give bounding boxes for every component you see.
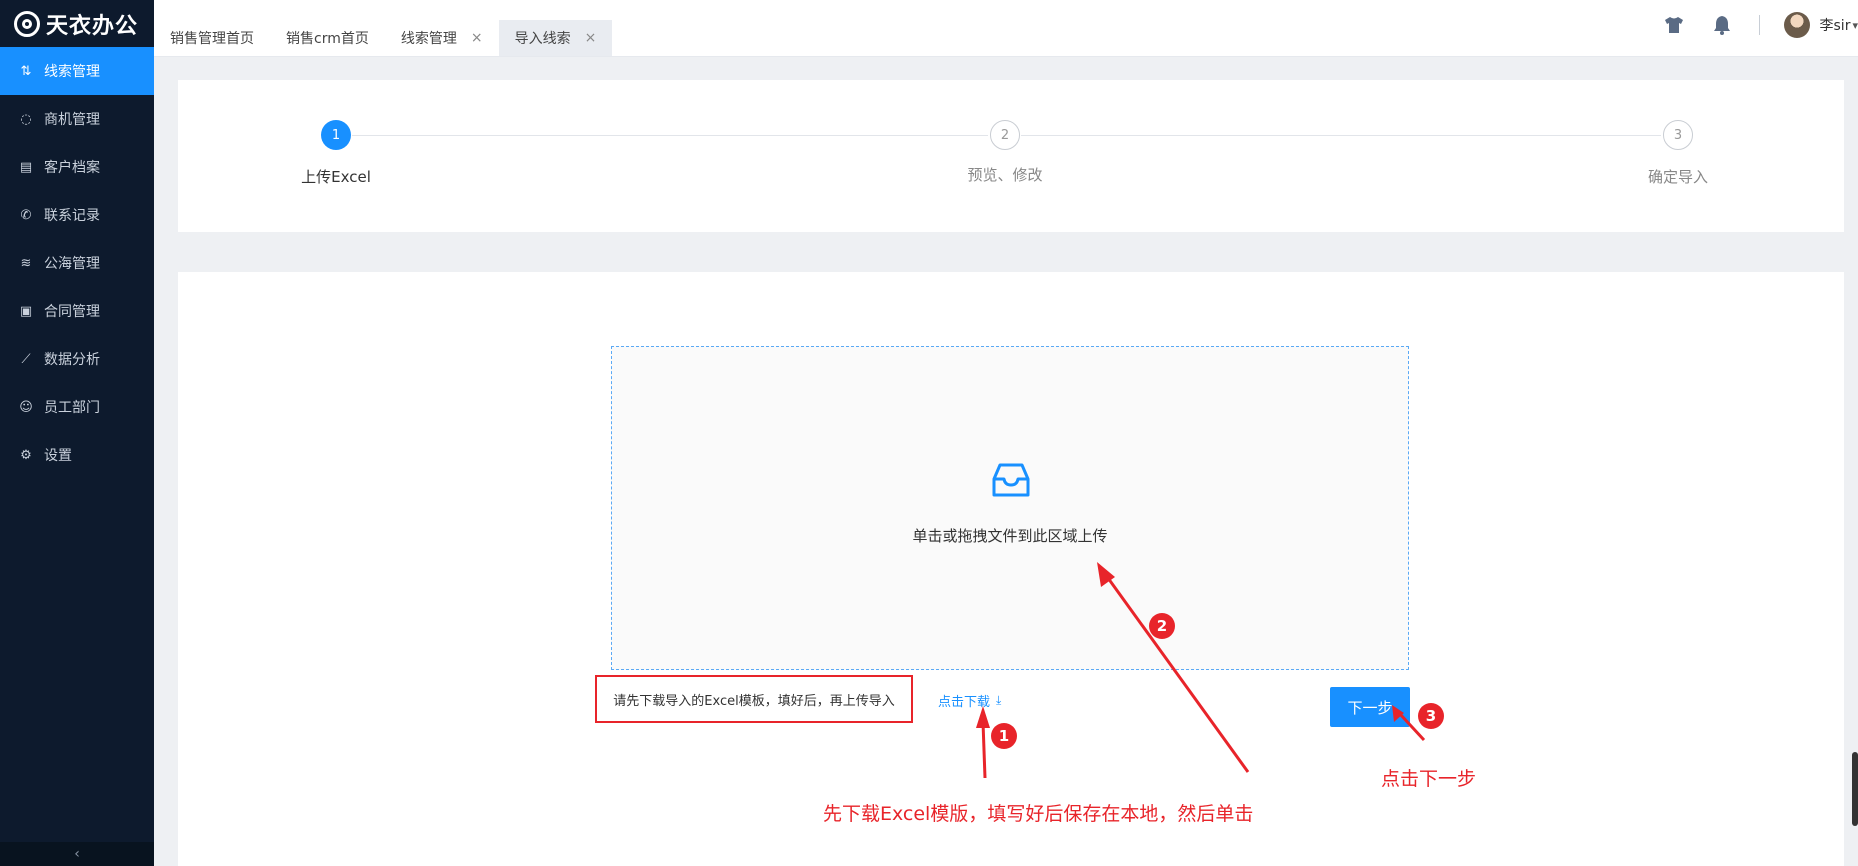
upload-card: 单击或拖拽文件到此区域上传 请先下载导入的Excel模板，填好后，再上传导入 点…	[178, 272, 1844, 866]
contract-icon: ▣	[19, 303, 33, 319]
sidebar-item-2[interactable]: ◌ 商机管理	[0, 95, 154, 143]
brand-logo[interactable]: 天衣办公	[0, 0, 154, 47]
people-icon: ☺	[19, 399, 33, 415]
step-connector	[352, 135, 988, 136]
sidebar-item-9[interactable]: ⚙ 设置	[0, 431, 154, 479]
header-divider	[1758, 15, 1760, 35]
page-scrollbar[interactable]	[1852, 752, 1858, 826]
chevron-down-icon[interactable]: ▾	[1852, 19, 1858, 32]
annotation-note-next: 点击下一步	[1381, 768, 1477, 790]
step-connector	[1021, 135, 1661, 136]
sidebar-item-label: 商机管理	[44, 112, 100, 128]
sidebar-item-label: 客户档案	[44, 160, 100, 176]
sidebar-item-6[interactable]: ▣ 合同管理	[0, 287, 154, 335]
sidebar-item-label: 线索管理	[44, 64, 100, 80]
import-steps: 1 上传Excel 2 预览、修改 3 确定导入	[178, 80, 1844, 232]
sidebar-item-label: 数据分析	[44, 352, 100, 368]
brand-mark-icon	[14, 10, 40, 37]
sidebar-item-3[interactable]: ▤ 客户档案	[0, 143, 154, 191]
tab-label: 销售crm首页	[286, 31, 369, 47]
tab-label: 销售管理首页	[170, 31, 254, 47]
annotation-badge-3: 3	[1418, 703, 1444, 729]
sidebar-item-label: 员工部门	[44, 400, 100, 416]
sidebar-item-label: 合同管理	[44, 304, 100, 320]
step-3-circle: 3	[1663, 120, 1693, 150]
tab-1[interactable]: 销售管理首页	[154, 20, 270, 56]
avatar[interactable]	[1783, 12, 1810, 38]
sidebar-menu: ⇅ 线索管理 ◌ 商机管理 ▤ 客户档案 ✆ 联系记录 ≋ 公海管理 ▣ 合同管理 ⟋ 数据分析 ☺ 员工部门…	[0, 47, 154, 479]
document-icon: ▤	[19, 159, 33, 175]
template-hint: 请先下载导入的Excel模板，填好后，再上传导入	[595, 675, 913, 723]
gear-icon: ⚙	[20, 447, 32, 463]
step-2-circle: 2	[990, 120, 1020, 150]
download-template-link[interactable]: 点击下载 ⤓	[938, 691, 1001, 710]
shirt-icon[interactable]	[1663, 14, 1685, 36]
collapse-arrow-icon: ‹	[74, 846, 80, 862]
brand-name: 天衣办公	[46, 13, 139, 39]
sidebar-item-8[interactable]: ☺ 员工部门	[0, 383, 154, 431]
filter-icon: ⇅	[20, 63, 32, 79]
tab-4[interactable]: 导入线索 ×	[498, 20, 613, 56]
phone-icon: ✆	[20, 207, 32, 223]
step-3-label: 确定导入	[1647, 168, 1708, 186]
chart-icon: ⟋	[21, 351, 31, 367]
sidebar-item-label: 公海管理	[44, 256, 100, 272]
bell-icon[interactable]	[1711, 14, 1733, 36]
user-name[interactable]: 李sir	[1820, 15, 1851, 35]
sidebar-item-7[interactable]: ⟋ 数据分析	[0, 335, 154, 383]
sidebar-item-5[interactable]: ≋ 公海管理	[0, 239, 154, 287]
upload-dropzone[interactable]: 单击或拖拽文件到此区域上传	[611, 346, 1409, 670]
sidebar-item-label: 设置	[44, 448, 72, 464]
next-step-button[interactable]: 下一步	[1330, 687, 1410, 727]
step-1-circle: 1	[321, 120, 351, 150]
annotation-badge-1: 1	[991, 723, 1017, 749]
close-icon[interactable]: ×	[585, 30, 597, 46]
tab-3[interactable]: 线索管理 ×	[385, 20, 499, 56]
header-actions: 李sir ▾	[1663, 8, 1858, 42]
annotation-note-main: 先下载Excel模版，填写好后保存在本地，然后单击	[823, 803, 1254, 825]
sidebar-collapse-button[interactable]: ‹	[0, 842, 154, 866]
sidebar: 天衣办公 ⇅ 线索管理 ◌ 商机管理 ▤ 客户档案 ✆ 联系记录 ≋ 公海管理 ▣ 合同管理 ⟋ 数据分析…	[0, 0, 154, 866]
inbox-icon	[992, 461, 1030, 499]
lightbulb-icon: ◌	[20, 111, 32, 127]
template-hint-text: 请先下载导入的Excel模板，填好后，再上传导入	[613, 693, 895, 709]
tab-label: 线索管理	[400, 31, 457, 47]
download-icon: ⤓	[996, 693, 1002, 707]
tab-label: 导入线索	[514, 31, 571, 47]
step-2-label: 预览、修改	[967, 166, 1043, 184]
page-tabs: 销售管理首页 销售crm首页 线索管理 × 导入线索 ×	[154, 20, 613, 56]
waves-icon: ≋	[20, 255, 32, 271]
close-icon[interactable]: ×	[471, 30, 483, 46]
sidebar-item-4[interactable]: ✆ 联系记录	[0, 191, 154, 239]
download-label: 点击下载	[938, 695, 991, 710]
top-header: 销售管理首页 销售crm首页 线索管理 × 导入线索 × 李sir ▾	[154, 0, 1858, 57]
annotation-badge-2: 2	[1149, 613, 1175, 639]
tab-2[interactable]: 销售crm首页	[270, 20, 385, 56]
upload-instruction: 单击或拖拽文件到此区域上传	[912, 527, 1108, 545]
sidebar-item-label: 联系记录	[44, 208, 100, 224]
sidebar-item-1[interactable]: ⇅ 线索管理	[0, 47, 154, 95]
step-1-label: 上传Excel	[301, 168, 371, 186]
